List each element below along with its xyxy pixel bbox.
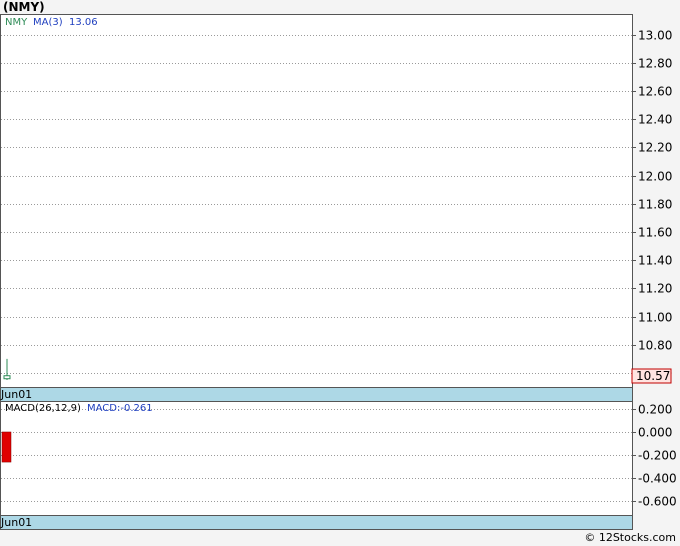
macd-bar <box>1 431 12 463</box>
price-tick-label: 12.60 <box>638 85 672 99</box>
macd-tick-label: 0.200 <box>638 403 672 417</box>
price-tick-label: 11.40 <box>638 254 672 268</box>
macd-tick-label: -0.600 <box>638 495 677 509</box>
macd-tick-label: -0.400 <box>638 472 677 486</box>
price-axis: 13.00 12.80 12.60 12.40 12.20 12.00 11.80 11.60… <box>632 29 672 381</box>
price-tick-label: 11.80 <box>638 198 672 212</box>
price-legend-symbol: NMY <box>5 17 28 28</box>
macd-tick-label: -0.200 <box>638 449 677 463</box>
price-tick-label: 11.00 <box>638 311 672 325</box>
price-tick-label: 10.80 <box>638 339 672 353</box>
price-tick-label: 13.00 <box>638 29 672 43</box>
macd-date-label: Jun01 <box>0 516 32 529</box>
macd-bars <box>1 431 12 463</box>
price-date-bar <box>0 387 633 402</box>
price-date-label: Jun01 <box>0 388 32 401</box>
price-legend-ma: MA(3) <box>33 17 63 28</box>
macd-tick-label: 0.000 <box>638 426 672 440</box>
macd-legend-label: MACD(26,12,9) <box>5 403 81 414</box>
last-price-label: 10.57 <box>636 369 670 383</box>
price-tick-label: 12.80 <box>638 57 672 71</box>
price-tick-label: 11.60 <box>638 226 672 240</box>
price-tick-label: 12.20 <box>638 141 672 155</box>
price-legend-ma-value: 13.06 <box>69 17 98 28</box>
chart-svg: 13.00 12.80 12.60 12.40 12.20 12.00 11.80 11.60… <box>0 14 677 530</box>
macd-panel <box>0 401 633 516</box>
macd-axis: 0.200 0.000 -0.200 -0.400 -0.600 <box>632 403 677 509</box>
price-tick-label: 12.00 <box>638 170 672 184</box>
candle-body <box>3 375 11 380</box>
price-tick-label: 11.20 <box>638 282 672 296</box>
credit-text: © 12Stocks.com <box>584 531 676 544</box>
macd-legend-value: MACD:-0.261 <box>87 403 153 414</box>
price-tick-label: 12.40 <box>638 113 672 127</box>
macd-date-bar <box>0 515 633 530</box>
price-panel <box>0 14 633 388</box>
